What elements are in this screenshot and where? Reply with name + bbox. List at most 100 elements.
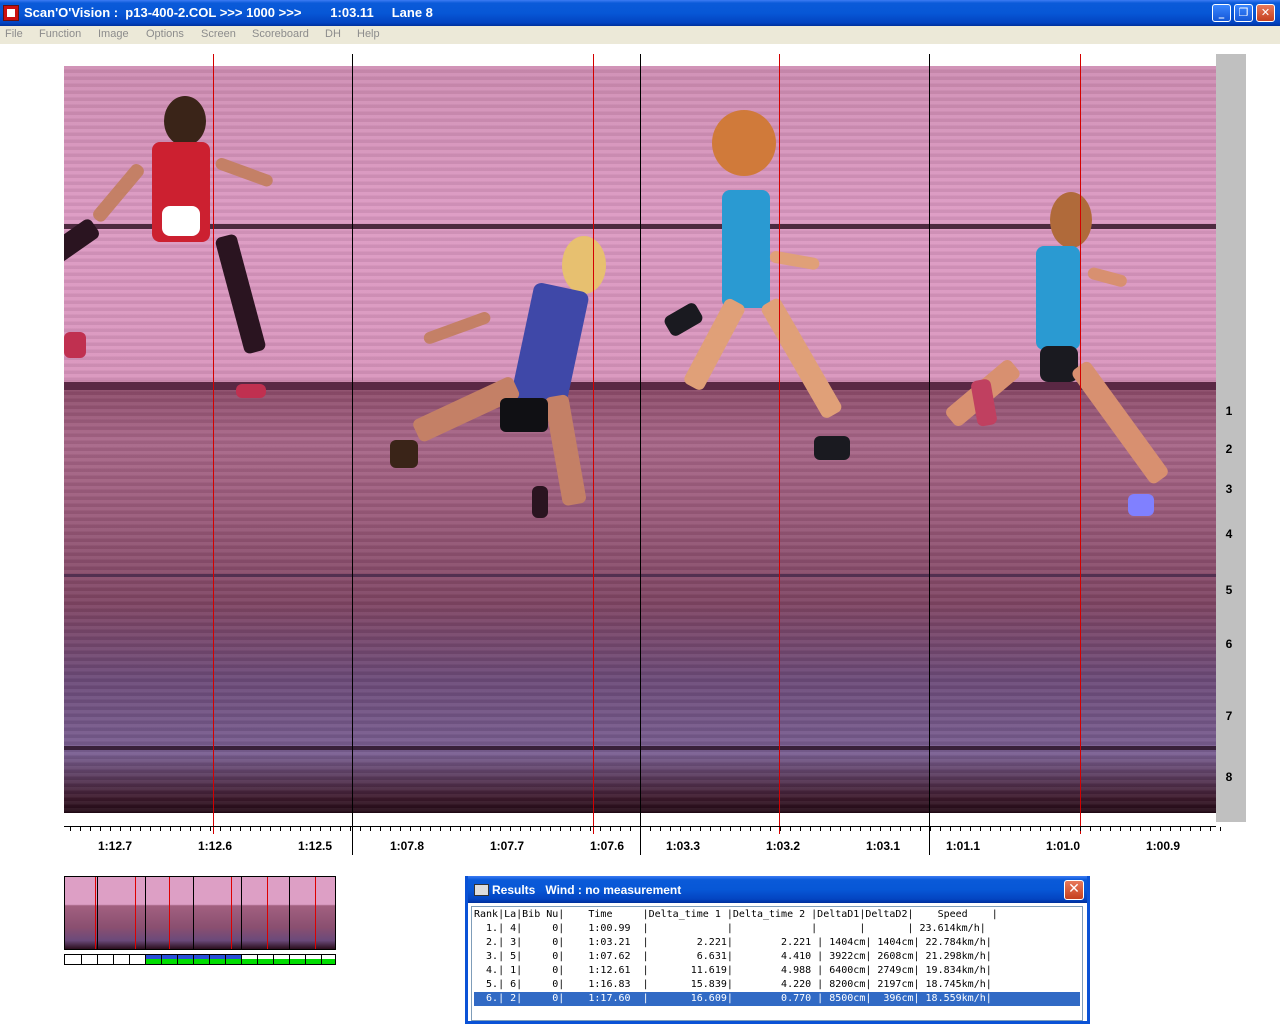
ruler-tick: [670, 827, 671, 831]
ruler-tick: [700, 827, 701, 831]
strip-cell-divider: [145, 955, 146, 964]
ruler-tick: [540, 827, 541, 831]
ruler-tick: [590, 827, 591, 831]
ruler-tick: [1030, 827, 1031, 831]
menu-file[interactable]: File: [5, 28, 23, 40]
ruler-tick: [1080, 827, 1081, 831]
table-row[interactable]: 2.| 3| 0| 1:03.21 | 2.221| 2.221 | 1404c…: [474, 936, 1080, 950]
ruler-tick: [1140, 827, 1141, 831]
time-label: 1:03.3: [666, 839, 701, 853]
ruler-tick: [1040, 827, 1041, 831]
ruler-tick: [100, 827, 101, 831]
finish-cursor-line[interactable]: [779, 54, 780, 834]
strip-cell-divider: [273, 955, 274, 964]
overview-thumbnail[interactable]: [64, 876, 336, 950]
printer-icon[interactable]: [474, 884, 489, 896]
ruler-tick: [600, 827, 601, 831]
ruler-tick: [200, 827, 201, 831]
minimize-button[interactable]: _: [1212, 4, 1231, 22]
ruler-tick: [760, 827, 761, 831]
app-icon[interactable]: [3, 5, 19, 21]
menu-bar: File Function Image Options Screen Score…: [0, 26, 1280, 44]
ruler-tick: [340, 827, 341, 831]
strip-cell-divider: [161, 955, 162, 964]
segment-divider: [640, 54, 641, 855]
table-row[interactable]: 5.| 6| 0| 1:16.83 | 15.839| 4.220 | 8200…: [474, 978, 1080, 992]
ruler-tick: [180, 827, 181, 831]
menu-screen[interactable]: Screen: [201, 28, 236, 40]
ruler-tick: [420, 827, 421, 831]
ruler-tick: [190, 827, 191, 831]
menu-dh[interactable]: DH: [325, 28, 341, 40]
time-label: 1:03.2: [766, 839, 801, 853]
ruler-tick: [130, 827, 131, 831]
ruler-tick: [330, 827, 331, 831]
time-label: 1:12.5: [298, 839, 333, 853]
close-button[interactable]: ✕: [1256, 4, 1275, 22]
ruler-tick: [1000, 827, 1001, 831]
table-row[interactable]: 4.| 1| 0| 1:12.61 | 11.619| 4.988 | 6400…: [474, 964, 1080, 978]
ruler-tick: [740, 827, 741, 831]
lane-label-1: 1: [1225, 404, 1233, 418]
time-label: 1:07.8: [390, 839, 425, 853]
results-title-bar: Results Wind : no measurement ✕: [468, 876, 1087, 903]
finish-cursor-line[interactable]: [593, 54, 594, 834]
lane-label-5: 5: [1225, 583, 1233, 597]
overview-scroll-strip[interactable]: [64, 954, 336, 965]
ruler-tick: [400, 827, 401, 831]
ruler-tick: [930, 827, 931, 831]
ruler-tick: [360, 827, 361, 831]
ruler-tick: [1150, 827, 1151, 831]
ruler-tick: [1180, 827, 1181, 831]
ruler-tick: [1110, 827, 1111, 831]
strip-cell-divider: [81, 955, 82, 964]
menu-options[interactable]: Options: [146, 28, 184, 40]
ruler-tick: [520, 827, 521, 831]
results-header-row: Rank|La|Bib Nu| Time |Delta_time 1 |Delt…: [474, 909, 998, 920]
ruler-tick: [480, 827, 481, 831]
ruler-tick: [800, 827, 801, 831]
restore-button[interactable]: ❐: [1234, 4, 1253, 22]
ruler-tick: [350, 827, 351, 831]
table-row[interactable]: 1.| 4| 0| 1:00.99 | | | | | 23.614km/h|: [474, 922, 1080, 936]
ruler-tick: [920, 827, 921, 831]
ruler-tick: [1010, 827, 1011, 831]
ruler-tick: [1070, 827, 1071, 831]
ruler-tick: [840, 827, 841, 831]
ruler-tick: [550, 827, 551, 831]
ruler-tick: [240, 827, 241, 831]
ruler-tick: [810, 827, 811, 831]
lane-label-8: 8: [1225, 770, 1233, 784]
ruler-tick: [1210, 827, 1211, 831]
ruler-tick: [120, 827, 121, 831]
ruler-tick: [950, 827, 951, 831]
strip-cell-divider: [129, 955, 130, 964]
ruler-tick: [970, 827, 971, 831]
ruler-tick: [140, 827, 141, 831]
results-close-button[interactable]: ✕: [1064, 880, 1084, 900]
menu-help[interactable]: Help: [357, 28, 380, 40]
ruler-tick: [220, 827, 221, 831]
ruler-tick: [1120, 827, 1121, 831]
strip-cell-divider: [177, 955, 178, 964]
ruler-tick: [280, 827, 281, 831]
ruler-tick: [1130, 827, 1131, 831]
finish-cursor-line[interactable]: [213, 54, 214, 834]
finish-cursor-line[interactable]: [1080, 54, 1081, 834]
strip-cell-divider: [257, 955, 258, 964]
ruler-tick: [1090, 827, 1091, 831]
menu-image[interactable]: Image: [98, 28, 129, 40]
ruler-tick: [80, 827, 81, 831]
ruler-tick: [660, 827, 661, 831]
results-window[interactable]: Results Wind : no measurement ✕ Rank|La|…: [465, 876, 1090, 1024]
ruler-tick: [1220, 827, 1221, 831]
menu-function[interactable]: Function: [39, 28, 81, 40]
ruler-tick: [850, 827, 851, 831]
menu-scoreboard[interactable]: Scoreboard: [252, 28, 309, 40]
ruler-tick: [730, 827, 731, 831]
table-row[interactable]: 3.| 5| 0| 1:07.62 | 6.631| 4.410 | 3922c…: [474, 950, 1080, 964]
ruler-tick: [940, 827, 941, 831]
strip-cell-divider: [113, 955, 114, 964]
table-row-selected[interactable]: 6.| 2| 0| 1:17.60 | 16.609| 0.770 | 8500…: [474, 992, 1080, 1006]
strip-cell-divider: [305, 955, 306, 964]
